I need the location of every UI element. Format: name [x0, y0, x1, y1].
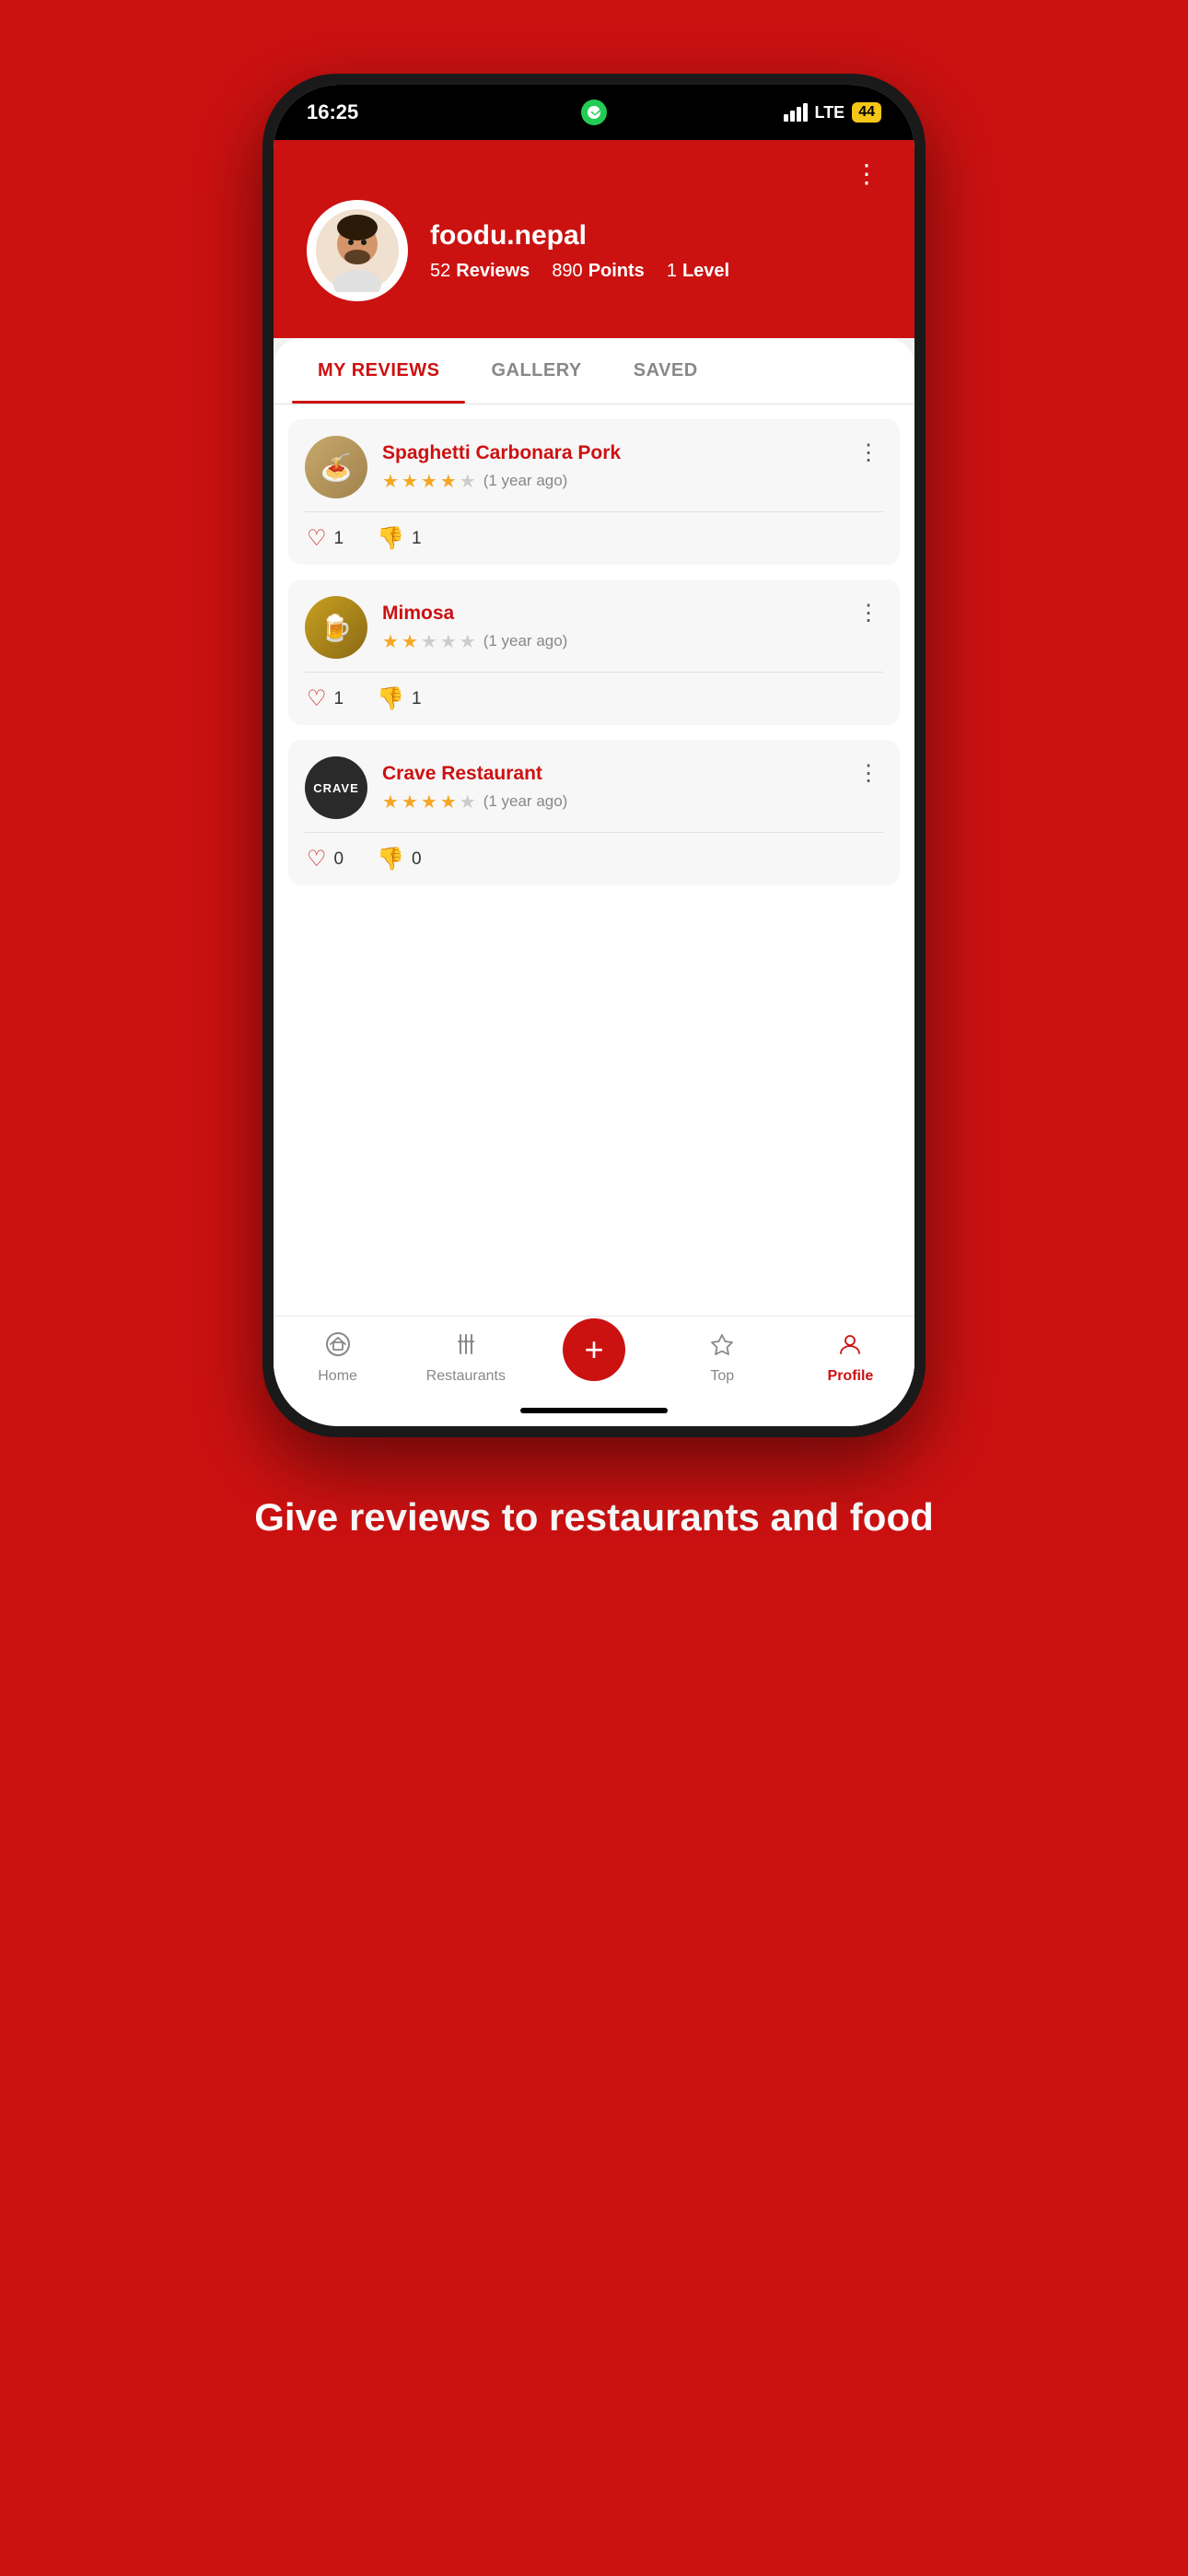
crave-logo-text: CRAVE: [313, 781, 359, 795]
points-label: Points: [588, 261, 645, 282]
thumb-down-icon-2: 👎: [377, 685, 404, 712]
review-thumb-3: CRAVE: [305, 756, 367, 819]
review-meta-1: Spaghetti Carbonara Pork ★ ★ ★ ★ ★ (1 ye…: [382, 442, 883, 493]
heart-icon-2: ♡: [307, 685, 327, 712]
review-menu-1[interactable]: ⋮: [850, 436, 887, 470]
review-thumb-1: 🍝: [305, 436, 367, 498]
review-meta-3: Crave Restaurant ★ ★ ★ ★ ★ (1 year ago): [382, 763, 883, 814]
nav-label-home: Home: [318, 1368, 357, 1385]
tabs-bar: MY REVIEWS GALLERY SAVED: [274, 338, 914, 404]
review-menu-2[interactable]: ⋮: [850, 596, 887, 630]
level-count: 1: [667, 261, 677, 282]
review-meta-2: Mimosa ★ ★ ★ ★ ★ (1 year ago): [382, 603, 883, 653]
dislike-btn-1[interactable]: 👎 1: [377, 525, 421, 552]
plus-icon: +: [584, 1330, 603, 1369]
points-stat: 890 Points: [552, 261, 645, 282]
nav-item-restaurants[interactable]: Restaurants: [402, 1331, 530, 1385]
status-right: LTE 44: [784, 102, 881, 123]
nav-item-top[interactable]: Top: [658, 1331, 786, 1385]
home-indicator: [520, 1408, 668, 1413]
bottom-nav: Home Restaurants: [274, 1316, 914, 1408]
review-name-2: Mimosa: [382, 603, 883, 625]
nav-item-home[interactable]: Home: [274, 1331, 402, 1385]
phone-shell: 16:25 LTE 44: [262, 74, 926, 1437]
tab-saved[interactable]: SAVED: [608, 338, 724, 404]
nav-label-profile: Profile: [828, 1368, 874, 1385]
reviews-label: Reviews: [456, 261, 530, 282]
points-count: 890: [552, 261, 582, 282]
stars-1: ★ ★ ★ ★ ★: [382, 470, 476, 493]
review-name-3: Crave Restaurant: [382, 763, 883, 785]
dislike-count-2: 1: [412, 689, 422, 709]
profile-details: foodu.nepal 52 Reviews 890 Points 1 Leve: [430, 220, 881, 282]
like-count-1: 1: [334, 529, 344, 549]
review-card-1: 🍝 Spaghetti Carbonara Pork ★ ★ ★ ★ ★: [288, 419, 900, 565]
heart-icon-3: ♡: [307, 846, 327, 872]
lte-label: LTE: [815, 103, 845, 123]
level-label: Level: [682, 261, 729, 282]
like-btn-2[interactable]: ♡ 1: [307, 685, 344, 712]
stars-2: ★ ★ ★ ★ ★: [382, 630, 476, 653]
nav-label-restaurants: Restaurants: [426, 1368, 506, 1385]
restaurants-icon: [453, 1331, 479, 1364]
more-options-button[interactable]: ⋮: [854, 158, 881, 189]
dislike-count-3: 0: [412, 849, 422, 870]
review-card-3: CRAVE Crave Restaurant ★ ★ ★ ★: [288, 740, 900, 885]
top-icon: [709, 1331, 735, 1364]
status-bar: 16:25 LTE 44: [274, 85, 914, 140]
nav-label-top: Top: [710, 1368, 734, 1385]
nav-item-add[interactable]: +: [530, 1318, 658, 1398]
like-count-3: 0: [334, 849, 344, 870]
like-count-2: 1: [334, 689, 344, 709]
profile-header: ⋮: [274, 140, 914, 338]
level-stat: 1 Level: [667, 261, 729, 282]
dynamic-island: [511, 95, 677, 130]
caption-text: Give reviews to restaurants and food: [181, 1493, 1007, 1543]
review-time-1: (1 year ago): [483, 472, 568, 490]
tab-my-reviews[interactable]: MY REVIEWS: [292, 338, 465, 404]
review-card-2: 🍺 Mimosa ★ ★ ★ ★ ★: [288, 580, 900, 725]
stars-3: ★ ★ ★ ★ ★: [382, 790, 476, 814]
add-button[interactable]: +: [563, 1318, 625, 1381]
profile-icon: [837, 1331, 863, 1364]
dislike-btn-3[interactable]: 👎 0: [377, 846, 421, 872]
content-area: MY REVIEWS GALLERY SAVED 🍝: [274, 338, 914, 1426]
battery-level: 44: [852, 102, 881, 123]
heart-icon-1: ♡: [307, 525, 327, 552]
review-time-3: (1 year ago): [483, 792, 568, 811]
thumb-down-icon-3: 👎: [377, 846, 404, 872]
review-time-2: (1 year ago): [483, 632, 568, 650]
reviews-count: 52: [430, 261, 450, 282]
like-btn-3[interactable]: ♡ 0: [307, 846, 344, 872]
status-time: 16:25: [307, 100, 358, 124]
signal-bars: [784, 103, 808, 122]
review-name-1: Spaghetti Carbonara Pork: [382, 442, 883, 464]
username: foodu.nepal: [430, 220, 881, 252]
dislike-btn-2[interactable]: 👎 1: [377, 685, 421, 712]
review-menu-3[interactable]: ⋮: [850, 756, 887, 790]
tab-gallery[interactable]: GALLERY: [465, 338, 607, 404]
like-btn-1[interactable]: ♡ 1: [307, 525, 344, 552]
review-thumb-2: 🍺: [305, 596, 367, 659]
nav-item-profile[interactable]: Profile: [786, 1331, 914, 1385]
reviews-stat: 52 Reviews: [430, 261, 530, 282]
avatar: [307, 200, 408, 301]
reviews-list: 🍝 Spaghetti Carbonara Pork ★ ★ ★ ★ ★: [274, 404, 914, 1316]
dislike-count-1: 1: [412, 529, 422, 549]
thumb-down-icon-1: 👎: [377, 525, 404, 552]
home-icon: [325, 1331, 351, 1364]
